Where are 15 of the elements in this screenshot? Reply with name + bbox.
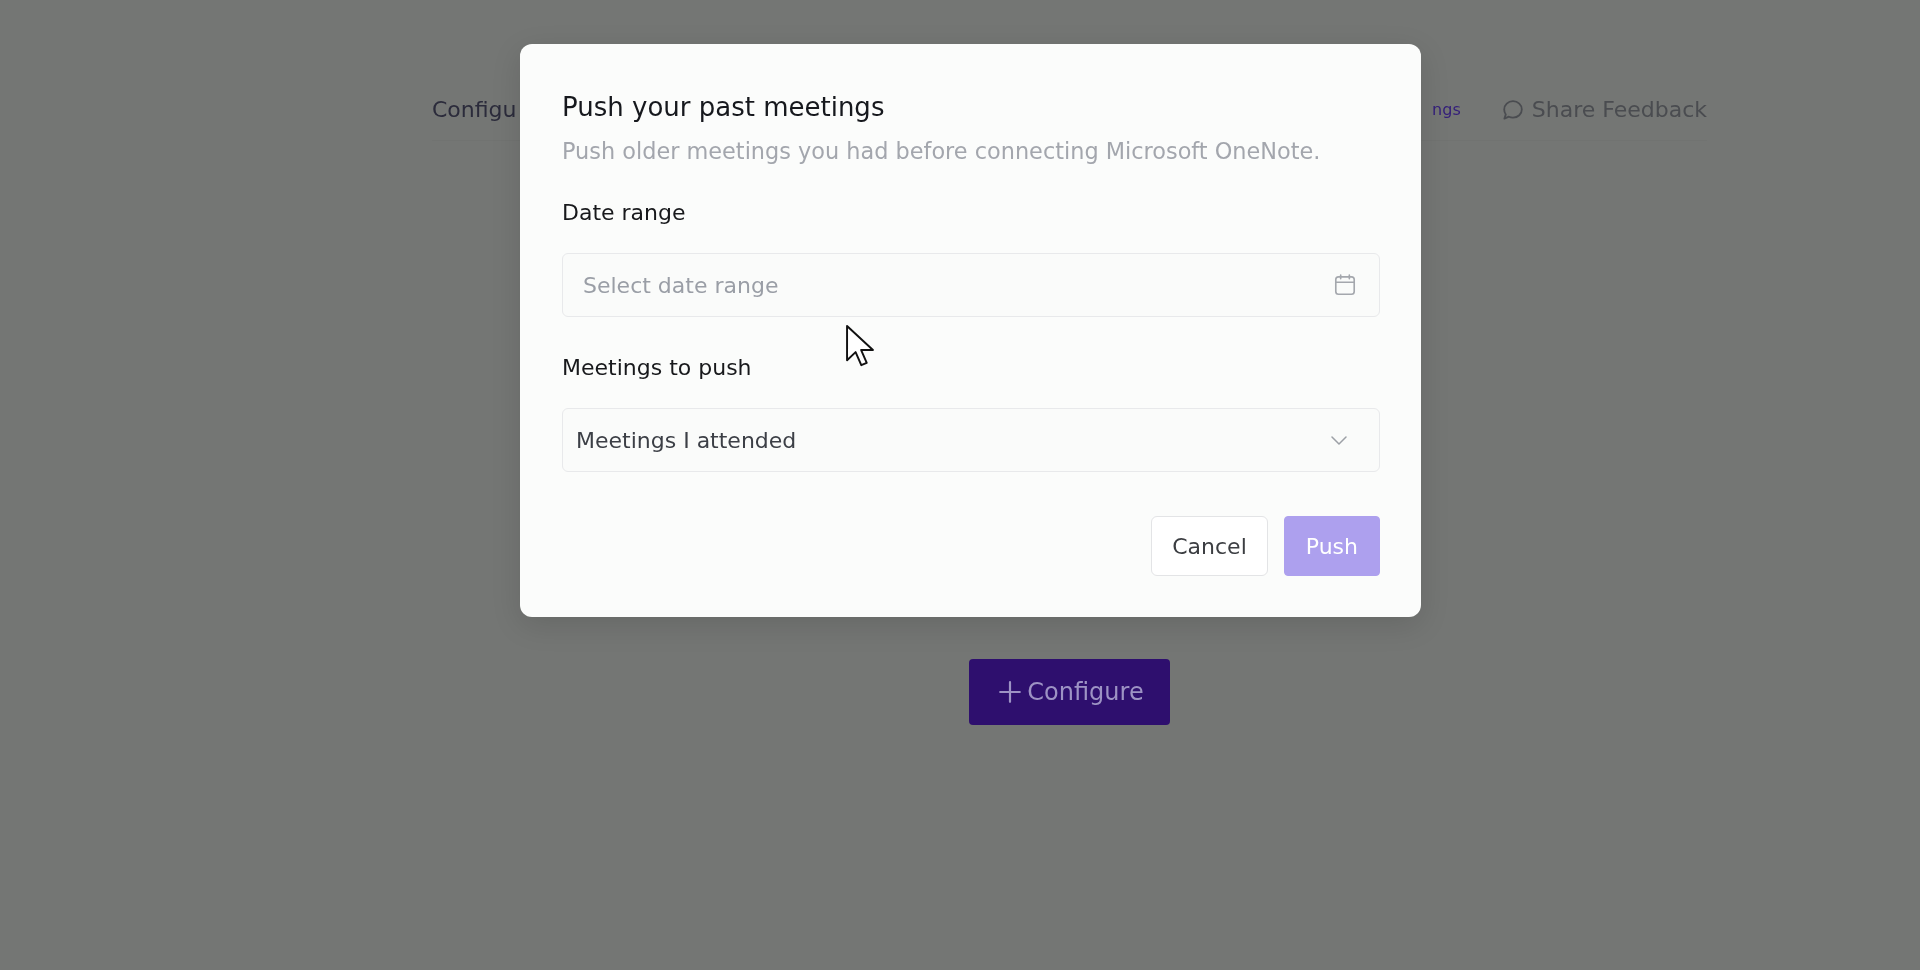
mouse-pointer-icon — [845, 324, 875, 368]
dialog-title: Push your past meetings — [562, 91, 886, 124]
dialog-subtitle: Push older meetings you had before connecting Microsoft OneNote. — [562, 137, 1322, 166]
field-label: Meetings to push — [562, 354, 753, 382]
configure-button[interactable]: Configure — [969, 659, 1170, 725]
nav-tab[interactable]: ngs — [1426, 95, 1461, 125]
page-heading: Configu — [432, 96, 517, 124]
chevron-down-icon — [1331, 435, 1347, 445]
plus-icon — [999, 681, 1022, 703]
chat-bubble-icon — [1500, 98, 1525, 122]
date-range-field[interactable]: Select date range — [562, 253, 1380, 317]
dropdown-select[interactable]: Meetings I attended — [562, 408, 1380, 472]
calendar-icon — [1332, 272, 1358, 298]
field-label: Date range — [562, 199, 687, 227]
cancel-button[interactable]: Cancel — [1151, 516, 1268, 576]
